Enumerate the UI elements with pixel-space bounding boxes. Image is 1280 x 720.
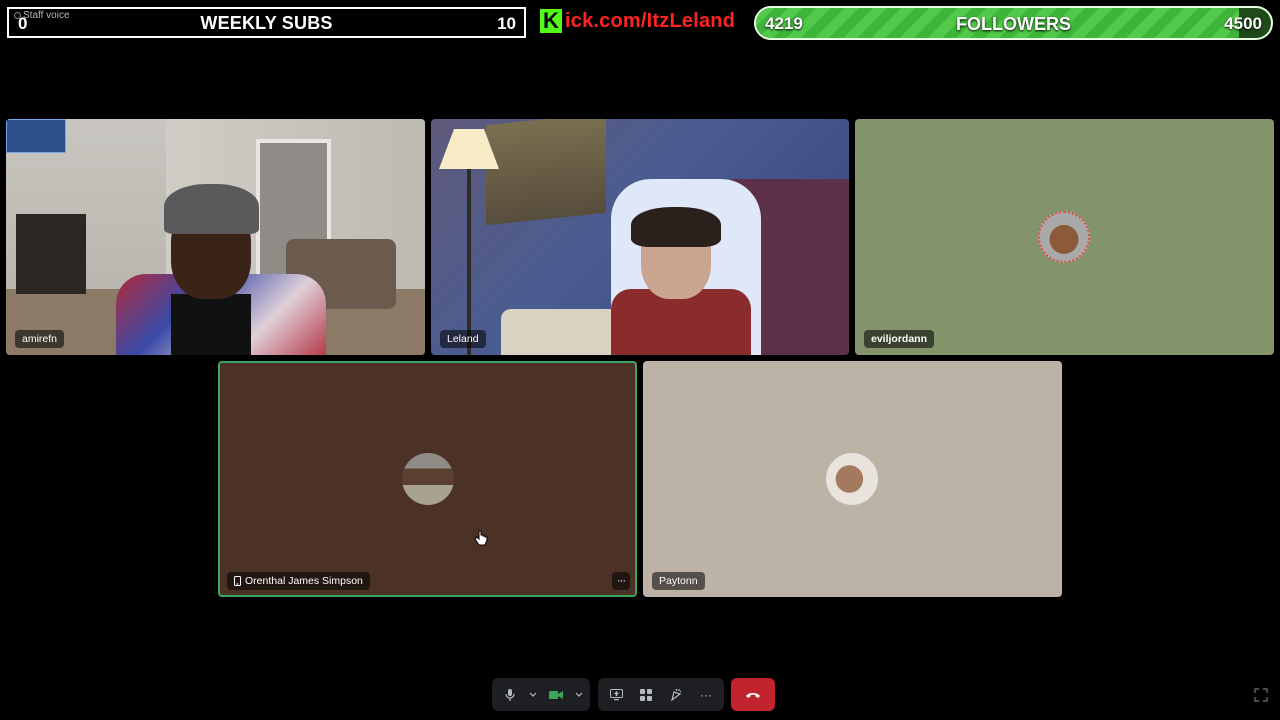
screen-share-icon <box>609 688 623 700</box>
chevron-down-icon <box>529 692 537 697</box>
participant-avatar <box>1038 211 1090 263</box>
weekly-subs-goal: Staff voice 0 WEEKLY SUBS 10 <box>7 7 526 38</box>
participant-tile-paytonn[interactable]: Paytonn <box>643 361 1062 597</box>
shirt <box>171 294 251 355</box>
soundboard-icon <box>671 688 682 701</box>
participant-avatar <box>826 453 878 505</box>
participant-name-tag: Orenthal James Simpson <box>227 572 370 590</box>
hand-cursor-icon <box>474 530 488 546</box>
more-options-button[interactable]: ··· <box>694 683 718 707</box>
participant-name-tag: amirefn <box>15 330 65 348</box>
microphone-options-button[interactable] <box>528 683 538 707</box>
call-controls: ··· <box>492 678 724 711</box>
wall-poster <box>486 119 606 226</box>
participant-name: amirefn <box>22 333 58 345</box>
participant-name: Orenthal James Simpson <box>245 575 363 587</box>
participant-tile-orenthal[interactable]: Orenthal James Simpson ··· <box>218 361 637 597</box>
room-shelf <box>16 214 86 294</box>
kick-url: ick.com/ItzLeland <box>565 9 736 32</box>
participant-tile-eviljordann[interactable]: eviljordann <box>855 119 1274 355</box>
hang-up-button[interactable] <box>731 678 775 711</box>
participant-avatar <box>402 453 454 505</box>
activities-icon <box>640 688 652 701</box>
followers-goal-bar: 4219 FOLLOWERS 4500 <box>754 6 1273 40</box>
participant-name-tag: eviljordann <box>864 330 935 348</box>
participant-name: Paytonn <box>659 575 698 587</box>
camera-button[interactable] <box>544 683 568 707</box>
more-icon: ··· <box>700 687 712 702</box>
mobile-phone-icon <box>234 576 241 586</box>
beanie <box>164 184 259 234</box>
followers-goal-count: 4500 <box>1224 14 1262 33</box>
followers-title: FOLLOWERS <box>956 14 1071 34</box>
chevron-down-icon <box>575 692 583 697</box>
participant-video-person <box>116 174 326 355</box>
subs-goal-count: 10 <box>497 14 516 33</box>
hang-up-icon <box>746 692 760 698</box>
floor-lamp-pole <box>467 169 471 355</box>
more-options-button[interactable]: ··· <box>612 572 630 590</box>
participant-tile-leland[interactable]: Leland <box>431 119 849 355</box>
microphone-icon <box>505 688 515 701</box>
mic-camera-group <box>492 678 590 711</box>
kick-logo-icon: K <box>540 9 562 33</box>
participant-tile-amirefn[interactable]: amirefn <box>6 119 425 355</box>
soundboard-button[interactable] <box>664 683 688 707</box>
camera-icon <box>549 690 563 699</box>
picture-in-picture-preview <box>6 119 66 153</box>
headset <box>631 207 721 247</box>
more-icon: ··· <box>617 575 626 587</box>
screen-share-button[interactable] <box>604 683 628 707</box>
kick-channel-banner: K ick.com/ItzLeland <box>540 8 735 34</box>
participant-name-tag: Leland <box>440 330 486 348</box>
activities-button[interactable] <box>634 683 658 707</box>
camera-options-button[interactable] <box>574 683 584 707</box>
participant-name: eviljordann <box>871 333 928 345</box>
microphone-button[interactable] <box>498 683 522 707</box>
fullscreen-icon[interactable] <box>1254 688 1268 702</box>
subs-title: WEEKLY SUBS <box>200 13 333 33</box>
participant-name-tag: Paytonn <box>652 572 705 590</box>
participant-name: Leland <box>447 333 479 345</box>
activities-group: ··· <box>598 678 724 711</box>
